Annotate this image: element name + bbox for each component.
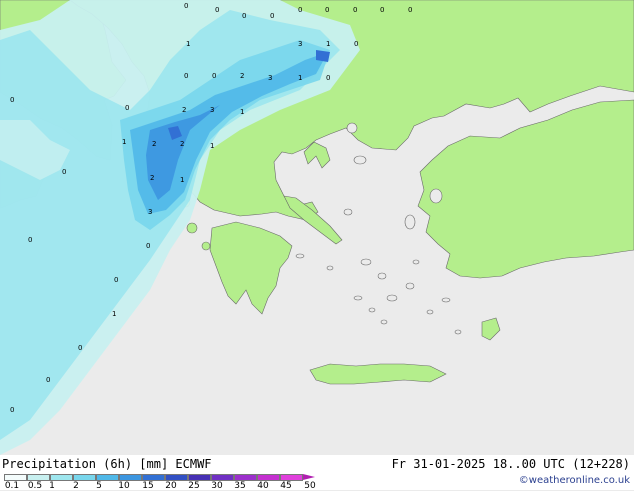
scale-arrow-icon — [303, 474, 315, 480]
scale-swatch — [119, 474, 142, 481]
precip-value: 3 — [148, 208, 152, 216]
color-scale — [4, 474, 315, 481]
precip-value: 0 — [78, 344, 82, 352]
precip-value: 0 — [380, 6, 384, 14]
scale-swatch — [50, 474, 73, 481]
precip-value: 1 — [240, 108, 244, 116]
scale-swatch — [4, 474, 27, 481]
scale-swatch — [142, 474, 165, 481]
precip-value: 0 — [46, 376, 50, 384]
precip-value: 0 — [146, 242, 150, 250]
scale-swatch — [165, 474, 188, 481]
precipitation-map[interactable]: 0 0 0 0 0 0 0 0 1 3 1 0 0 0 2 3 1 0 0 0 … — [0, 0, 634, 455]
scale-swatch — [257, 474, 280, 481]
precip-value: 0 — [270, 12, 274, 20]
precip-value: 3 — [210, 106, 214, 114]
precip-value: 0 — [184, 2, 188, 10]
precip-value: 0 — [125, 104, 129, 112]
precip-value: 0 — [326, 74, 330, 82]
precip-value: 0 — [62, 168, 66, 176]
scale-swatch — [211, 474, 234, 481]
map-frame: 0 0 0 0 0 0 0 0 1 3 1 0 0 0 2 3 1 0 0 0 … — [0, 0, 634, 491]
precip-value: 0 — [354, 40, 358, 48]
precip-value: 0 — [242, 12, 246, 20]
scale-swatch — [188, 474, 211, 481]
precip-value: 1 — [210, 142, 214, 150]
precip-value: 1 — [180, 176, 184, 184]
precip-value: 0 — [114, 276, 118, 284]
precip-value: 2 — [182, 106, 186, 114]
precip-value: 0 — [353, 6, 357, 14]
precip-value: 2 — [152, 140, 156, 148]
precip-value: 0 — [298, 6, 302, 14]
precip-value: 1 — [326, 40, 330, 48]
precip-value: 1 — [186, 40, 190, 48]
precip-value: 0 — [215, 6, 219, 14]
scale-swatch — [280, 474, 303, 481]
precip-value: 2 — [180, 140, 184, 148]
credit-link[interactable]: ©weatheronline.co.uk — [519, 475, 630, 486]
precip-value: 0 — [10, 406, 14, 414]
scale-swatch — [234, 474, 257, 481]
precip-value: 1 — [112, 310, 116, 318]
precip-value: 1 — [298, 74, 302, 82]
precip-value: 2 — [150, 174, 154, 182]
scale-ticks: 0.1 0.5 1 2 5 10 15 20 25 30 35 40 45 50 — [0, 481, 340, 491]
legend-title: Precipitation (6h) [mm] ECMWF — [2, 457, 212, 471]
precip-value: 0 — [408, 6, 412, 14]
precip-value: 0 — [212, 72, 216, 80]
scale-swatch — [73, 474, 96, 481]
scale-swatch — [27, 474, 50, 481]
precip-value: 0 — [325, 6, 329, 14]
precip-value: 0 — [184, 72, 188, 80]
valid-time: Fr 31-01-2025 18..00 UTC (12+228) — [391, 457, 630, 471]
land-crete — [309, 363, 447, 385]
precip-value: 3 — [268, 74, 272, 82]
precip-value: 2 — [240, 72, 244, 80]
precip-value: 0 — [28, 236, 32, 244]
scale-swatch — [96, 474, 119, 481]
precip-value: 1 — [122, 138, 126, 146]
precip-value: 3 — [298, 40, 302, 48]
map-footer: Precipitation (6h) [mm] ECMWF Fr 31-01-2… — [0, 455, 634, 491]
precip-value: 0 — [10, 96, 14, 104]
